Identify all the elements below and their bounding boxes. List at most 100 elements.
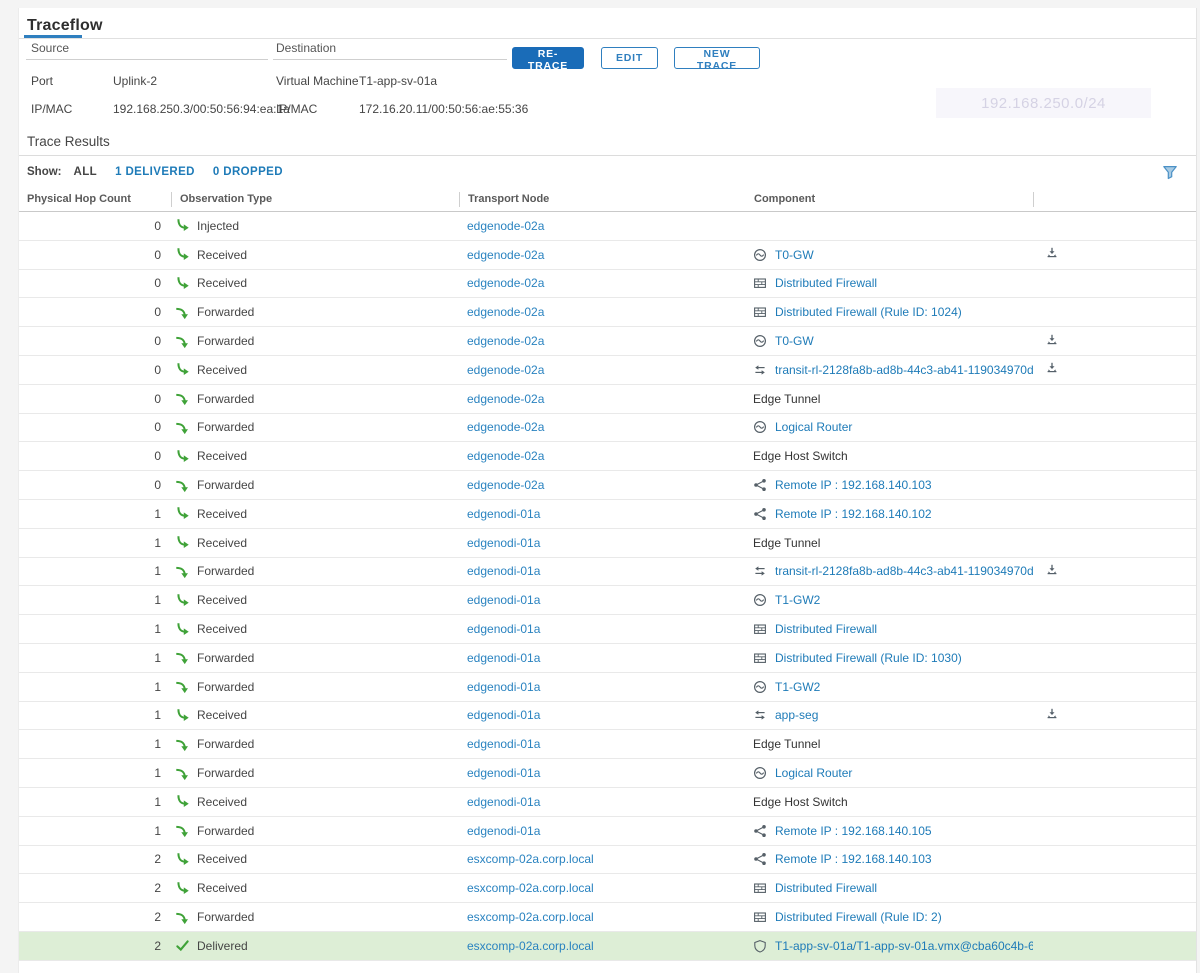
component-label[interactable]: Remote IP : 192.168.140.103 bbox=[775, 852, 932, 866]
transport-node-link[interactable]: edgenode-02a bbox=[467, 420, 544, 434]
component-label[interactable]: app-seg bbox=[775, 708, 818, 722]
observation-type-label: Forwarded bbox=[197, 305, 254, 319]
table-row[interactable]: 0 Forwarded edgenode-02a Logical Router bbox=[19, 414, 1196, 443]
table-row[interactable]: 0 Injected edgenode-02a bbox=[19, 212, 1196, 241]
transport-node-link[interactable]: edgenodi-01a bbox=[467, 593, 540, 607]
component-label[interactable]: Distributed Firewall bbox=[775, 881, 877, 895]
transport-node-link[interactable]: esxcomp-02a.corp.local bbox=[467, 939, 594, 953]
component-label[interactable]: Remote IP : 192.168.140.103 bbox=[775, 478, 932, 492]
transport-node-link[interactable]: edgenodi-01a bbox=[467, 622, 540, 636]
injected-arrow-icon bbox=[175, 218, 190, 233]
transport-node-link[interactable]: edgenode-02a bbox=[467, 305, 544, 319]
table-row[interactable]: 0 Forwarded edgenode-02a Edge Tunnel bbox=[19, 385, 1196, 414]
observation-type-label: Received bbox=[197, 795, 247, 809]
component-label[interactable]: transit-rl-2128fa8b-ad8b-44c3-ab41-11903… bbox=[775, 363, 1033, 377]
table-row[interactable]: 1 Received edgenodi-01a T1-GW2 bbox=[19, 586, 1196, 615]
observation-type-label: Forwarded bbox=[197, 651, 254, 665]
component-label[interactable]: Remote IP : 192.168.140.105 bbox=[775, 824, 932, 838]
component-label[interactable]: Remote IP : 192.168.140.102 bbox=[775, 507, 932, 521]
filter-dropped[interactable]: 0 DROPPED bbox=[213, 166, 283, 178]
component-label[interactable]: T1-GW2 bbox=[775, 680, 820, 694]
component-label[interactable]: Distributed Firewall bbox=[775, 622, 877, 636]
transport-node-link[interactable]: edgenodi-01a bbox=[467, 680, 540, 694]
component-label[interactable]: Distributed Firewall (Rule ID: 2) bbox=[775, 910, 942, 924]
table-row[interactable]: 1 Received edgenodi-01a Distributed Fire… bbox=[19, 615, 1196, 644]
table-row[interactable]: 2 Received esxcomp-02a.corp.local Remote… bbox=[19, 846, 1196, 875]
forwarded-arrow-icon bbox=[175, 478, 190, 493]
transport-node-link[interactable]: edgenodi-01a bbox=[467, 536, 540, 550]
transport-node-link[interactable]: esxcomp-02a.corp.local bbox=[467, 881, 594, 895]
table-row[interactable]: 1 Forwarded edgenodi-01a Edge Tunnel bbox=[19, 730, 1196, 759]
forwarded-arrow-icon bbox=[175, 679, 190, 694]
table-row[interactable]: 0 Forwarded edgenode-02a T0-GW bbox=[19, 327, 1196, 356]
firewall-icon bbox=[753, 910, 767, 924]
component-label[interactable]: Logical Router bbox=[775, 420, 852, 434]
table-row[interactable]: 0 Forwarded edgenode-02a Distributed Fir… bbox=[19, 298, 1196, 327]
transport-node-link[interactable]: edgenodi-01a bbox=[467, 766, 540, 780]
source-port-value: Uplink-2 bbox=[113, 74, 157, 88]
table-row[interactable]: 1 Forwarded edgenodi-01a Logical Router bbox=[19, 759, 1196, 788]
hop-count: 1 bbox=[19, 795, 171, 809]
component-label[interactable]: Logical Router bbox=[775, 766, 852, 780]
table-row[interactable]: 1 Received edgenodi-01a Edge Host Switch bbox=[19, 788, 1196, 817]
transport-node-link[interactable]: edgenodi-01a bbox=[467, 564, 540, 578]
component-label[interactable]: Distributed Firewall bbox=[775, 276, 877, 290]
table-row[interactable]: 0 Received edgenode-02a T0-GW bbox=[19, 241, 1196, 270]
table-row[interactable]: 1 Forwarded edgenodi-01a T1-GW2 bbox=[19, 673, 1196, 702]
table-row[interactable]: 2 Forwarded esxcomp-02a.corp.local Distr… bbox=[19, 903, 1196, 932]
transport-node-link[interactable]: edgenodi-01a bbox=[467, 651, 540, 665]
table-row[interactable]: 1 Received edgenodi-01a Edge Tunnel bbox=[19, 529, 1196, 558]
transport-node-link[interactable]: edgenode-02a bbox=[467, 334, 544, 348]
hop-count: 2 bbox=[19, 881, 171, 895]
destination-vm-label: Virtual Machine bbox=[276, 74, 359, 88]
table-row[interactable]: 1 Forwarded edgenodi-01a transit-rl-2128… bbox=[19, 558, 1196, 587]
table-row[interactable]: 2 Delivered esxcomp-02a.corp.local T1-ap… bbox=[19, 932, 1196, 961]
table-row[interactable]: 2 Received esxcomp-02a.corp.local Distri… bbox=[19, 874, 1196, 903]
share-icon bbox=[753, 478, 767, 492]
edit-button[interactable]: EDIT bbox=[601, 47, 658, 69]
table-row[interactable]: 1 Received edgenodi-01a Remote IP : 192.… bbox=[19, 500, 1196, 529]
transport-node-link[interactable]: edgenodi-01a bbox=[467, 824, 540, 838]
component-label[interactable]: transit-rl-2128fa8b-ad8b-44c3-ab41-11903… bbox=[775, 564, 1033, 578]
port-icon bbox=[1045, 246, 1059, 260]
component-label[interactable]: T0-GW bbox=[775, 248, 814, 262]
transport-node-link[interactable]: edgenode-02a bbox=[467, 392, 544, 406]
transport-node-link[interactable]: esxcomp-02a.corp.local bbox=[467, 852, 594, 866]
transport-node-link[interactable]: edgenode-02a bbox=[467, 449, 544, 463]
share-icon bbox=[753, 507, 767, 521]
transport-node-link[interactable]: esxcomp-02a.corp.local bbox=[467, 910, 594, 924]
new-trace-button[interactable]: NEW TRACE bbox=[674, 47, 760, 69]
transport-node-link[interactable]: edgenodi-01a bbox=[467, 795, 540, 809]
table-row[interactable]: 1 Forwarded edgenodi-01a Remote IP : 192… bbox=[19, 817, 1196, 846]
component-label[interactable]: Distributed Firewall (Rule ID: 1030) bbox=[775, 651, 962, 665]
segment-icon bbox=[753, 564, 767, 578]
filter-funnel-icon[interactable] bbox=[1162, 164, 1178, 180]
component-label[interactable]: T1-GW2 bbox=[775, 593, 820, 607]
transport-node-link[interactable]: edgenodi-01a bbox=[467, 708, 540, 722]
observation-type-label: Received bbox=[197, 881, 247, 895]
transport-node-link[interactable]: edgenode-02a bbox=[467, 248, 544, 262]
component-label[interactable]: Distributed Firewall (Rule ID: 1024) bbox=[775, 305, 962, 319]
port-icon bbox=[1045, 707, 1059, 721]
filter-delivered[interactable]: 1 DELIVERED bbox=[115, 166, 195, 178]
observation-type-label: Forwarded bbox=[197, 392, 254, 406]
re-trace-button[interactable]: RE-TRACE bbox=[512, 47, 584, 69]
transport-node-link[interactable]: edgenodi-01a bbox=[467, 737, 540, 751]
component-label[interactable]: T0-GW bbox=[775, 334, 814, 348]
transport-node-link[interactable]: edgenode-02a bbox=[467, 219, 544, 233]
page-title: Traceflow bbox=[27, 17, 103, 35]
transport-node-link[interactable]: edgenode-02a bbox=[467, 363, 544, 377]
table-row[interactable]: 0 Received edgenode-02a Edge Host Switch bbox=[19, 442, 1196, 471]
transport-node-link[interactable]: edgenode-02a bbox=[467, 276, 544, 290]
table-row[interactable]: 1 Received edgenodi-01a app-seg bbox=[19, 702, 1196, 731]
component-label[interactable]: T1-app-sv-01a/T1-app-sv-01a.vmx@cba60c4b… bbox=[775, 939, 1033, 953]
table-row[interactable]: 0 Received edgenode-02a Distributed Fire… bbox=[19, 270, 1196, 299]
table-row[interactable]: 1 Forwarded edgenodi-01a Distributed Fir… bbox=[19, 644, 1196, 673]
filter-all[interactable]: ALL bbox=[74, 166, 98, 178]
hop-count: 1 bbox=[19, 737, 171, 751]
table-row[interactable]: 0 Forwarded edgenode-02a Remote IP : 192… bbox=[19, 471, 1196, 500]
transport-node-link[interactable]: edgenodi-01a bbox=[467, 507, 540, 521]
transport-node-link[interactable]: edgenode-02a bbox=[467, 478, 544, 492]
table-row[interactable]: 0 Received edgenode-02a transit-rl-2128f… bbox=[19, 356, 1196, 385]
observation-type-label: Forwarded bbox=[197, 824, 254, 838]
